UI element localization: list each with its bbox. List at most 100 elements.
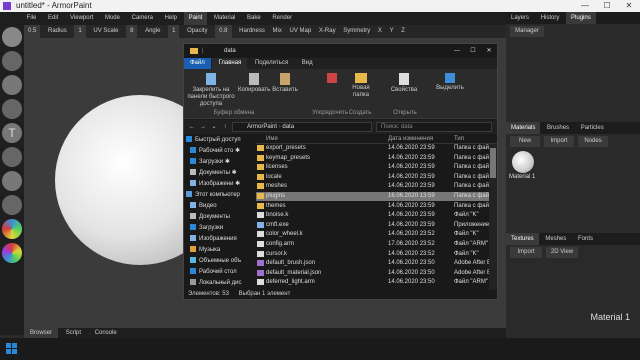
mix-dropdown[interactable]: Mix (273, 25, 282, 38)
file-row[interactable]: config.arm 17.06.2020 23:52 Файл "ARM" (256, 240, 489, 249)
nav-item[interactable]: Быстрый доступ (186, 136, 241, 145)
file-row[interactable]: cursor.k 14.06.2020 23:52 Файл "K" (256, 250, 489, 259)
menu-edit[interactable]: Edit (43, 12, 63, 25)
nav-item[interactable]: Документы (190, 213, 230, 222)
tab-script[interactable]: Script (60, 328, 87, 338)
col-name[interactable]: Имя (266, 134, 278, 144)
file-row[interactable]: color_wheel.k 14.06.2020 23:52 Файл "K" (256, 230, 489, 239)
opacity-field[interactable]: 0.8 (215, 25, 232, 38)
tab-materials[interactable]: Materials (506, 122, 541, 134)
tab-plugins[interactable]: Plugins (566, 12, 596, 24)
nav-item[interactable]: Музыка (190, 246, 220, 255)
explorer-close-button[interactable]: ✕ (481, 44, 497, 58)
new-folder-button[interactable]: Новая папка (348, 73, 374, 99)
brush-tool-icon[interactable] (2, 27, 22, 47)
organize-buttons[interactable] (314, 73, 350, 83)
tab-bake[interactable]: Bake (242, 12, 266, 25)
tab-home[interactable]: Главная (212, 58, 248, 69)
paste-button[interactable]: Вставить (270, 73, 300, 94)
up-icon[interactable]: ↑ (220, 122, 230, 132)
menu-help[interactable]: Help (160, 12, 182, 25)
file-row[interactable]: licenses 14.06.2020 23:59 Папка с файл (256, 163, 489, 172)
colorid-tool-icon[interactable] (2, 219, 22, 239)
nav-item[interactable]: Изображения (190, 235, 237, 244)
file-row[interactable]: deferred_light.arm 14.06.2020 23:50 Файл "… (256, 278, 489, 287)
back-icon[interactable]: ← (187, 122, 197, 132)
explorer-maximize-button[interactable]: ☐ (465, 44, 481, 58)
sym-x-toggle[interactable]: X (378, 25, 382, 38)
menu-viewport[interactable]: Viewport (65, 12, 98, 25)
tab-history[interactable]: History (536, 12, 565, 24)
particle-tool-icon[interactable] (2, 195, 22, 215)
search-input[interactable]: Поиск: data (376, 122, 492, 132)
uvmap-dropdown[interactable]: UV Map (290, 25, 312, 38)
file-row[interactable]: export_presets 14.06.2020 23:59 Папка с фа… (256, 144, 489, 153)
address-field[interactable]: ArmorPaint › data (232, 122, 372, 132)
uvscale-field[interactable]: 8 (126, 25, 138, 38)
menu-camera[interactable]: Camera (127, 12, 158, 25)
nav-item[interactable]: Рабочий сто ✱ (190, 147, 240, 156)
minimize-button[interactable]: — (574, 0, 596, 12)
file-row[interactable]: default_material.json 14.06.2020 23:50 Ado… (256, 269, 489, 278)
tab-particles[interactable]: Particles (576, 122, 609, 134)
clone-tool-icon[interactable] (2, 147, 22, 167)
recent-dropdown-icon[interactable]: ⌄ (209, 122, 219, 132)
close-button[interactable]: ✕ (618, 0, 640, 12)
menu-file[interactable]: File (22, 12, 42, 25)
pin-quick-access-button[interactable]: Закрепить на панели быстрого доступа (186, 73, 236, 108)
file-row[interactable]: keymap_presets 14.06.2020 23:59 Папка с фа… (256, 154, 489, 163)
2d-view-button[interactable]: 2D View (546, 247, 578, 258)
tab-share[interactable]: Поделиться (249, 58, 294, 69)
breadcrumb-data[interactable]: data (282, 124, 294, 130)
angle-field[interactable]: 1 (168, 25, 180, 38)
fill-tool-icon[interactable] (2, 75, 22, 95)
col-type[interactable]: Тип (454, 134, 464, 144)
tab-material[interactable]: Material (209, 12, 240, 25)
tab-brushes[interactable]: Brushes (542, 122, 574, 134)
tab-layers[interactable]: Layers (506, 12, 534, 24)
first-value-field[interactable]: 0.5 (24, 25, 41, 38)
file-row[interactable]: themes 14.06.2020 23:59 Папка с файл (256, 202, 489, 211)
scrollbar-thumb[interactable] (490, 148, 496, 178)
nav-item[interactable]: Изображени ✱ (190, 180, 240, 189)
windows-start-icon[interactable] (6, 343, 18, 355)
nav-item[interactable]: Загрузки ✱ (190, 158, 230, 167)
nav-item[interactable]: Видео (190, 202, 217, 211)
select-button[interactable]: Выделить (434, 73, 466, 92)
import-texture-button[interactable]: Import (510, 247, 542, 258)
copy-button[interactable]: Копировать (238, 73, 270, 94)
new-material-button[interactable]: New (510, 136, 540, 147)
nav-item[interactable]: Загрузки (190, 224, 223, 233)
maximize-button[interactable]: ☐ (596, 0, 618, 12)
explorer-minimize-button[interactable]: — (449, 44, 465, 58)
forward-icon[interactable]: → (198, 122, 208, 132)
file-row[interactable]: meshes 14.06.2020 23:59 Папка с файл (256, 182, 489, 191)
file-row[interactable]: locale 14.06.2020 23:59 Папка с файл (256, 173, 489, 182)
tab-textures[interactable]: Textures (506, 233, 539, 245)
tab-meshes[interactable]: Meshes (540, 233, 571, 245)
col-date[interactable]: Дата изменения (388, 134, 433, 144)
tab-file[interactable]: Файл (184, 58, 211, 69)
picker-tool-icon[interactable] (2, 243, 22, 263)
tab-render[interactable]: Render (267, 12, 297, 25)
file-row[interactable]: plugins 16.06.2020 13:59 Папка с файл (256, 192, 489, 201)
material-thumbnail[interactable] (512, 151, 534, 173)
nav-item[interactable]: Рабочий стол (190, 268, 237, 277)
menu-mode[interactable]: Mode (100, 12, 125, 25)
nav-item[interactable]: Этот компьютер (186, 191, 240, 200)
text-tool-icon[interactable]: T (2, 123, 22, 143)
tab-browser[interactable]: Browser (24, 328, 59, 338)
decal-tool-icon[interactable] (2, 99, 22, 119)
blur-tool-icon[interactable] (2, 171, 22, 191)
tab-view[interactable]: Вид (296, 58, 319, 69)
tab-fonts[interactable]: Fonts (573, 233, 598, 245)
import-material-button[interactable]: Import (544, 136, 574, 147)
file-row[interactable]: cmft.exe 14.06.2020 23:59 Приложение (256, 221, 489, 230)
file-row[interactable]: bnoise.k 14.06.2020 23:59 Файл "K" (256, 211, 489, 220)
properties-button[interactable]: Свойства (388, 73, 420, 94)
eraser-tool-icon[interactable] (2, 51, 22, 71)
file-row[interactable]: default_brush.json 14.06.2020 23:50 Adobe … (256, 259, 489, 268)
nodes-button[interactable]: Nodes (578, 136, 608, 147)
manager-button[interactable]: Manager (510, 26, 544, 37)
hardness-label[interactable]: Hardness (239, 25, 265, 38)
